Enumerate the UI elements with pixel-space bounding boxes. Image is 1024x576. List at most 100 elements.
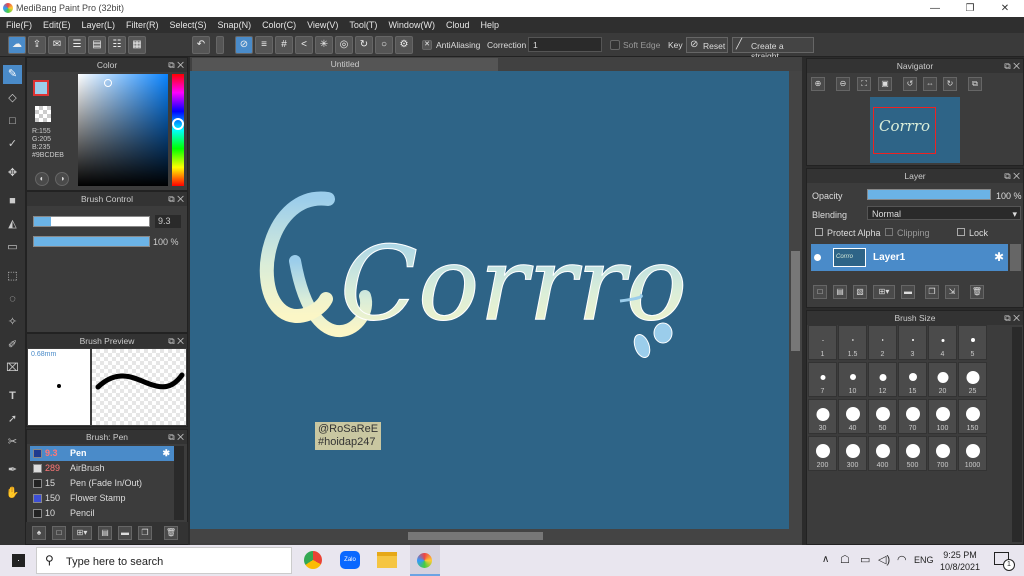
divide-tool-icon[interactable]: ✂ [3,433,22,452]
brush-size-cell[interactable]: 500 [898,436,927,471]
brush-size-cell[interactable]: 200 [808,436,837,471]
circle-snap-icon[interactable]: ◎ [335,36,353,54]
menu-layer[interactable]: Layer(L) [82,20,116,30]
maximize-button[interactable]: ❐ [953,0,987,17]
fill-tool-icon[interactable]: ◭ [3,215,22,234]
panel-close-icon[interactable]: ⧉ ✕ [168,430,184,444]
navigator-options-icon[interactable]: ⧉ [968,77,982,91]
brush-size-cell[interactable]: 25 [958,362,987,397]
soft-edge-checkbox[interactable] [610,40,620,50]
brush-doc-icon[interactable]: ▤ [98,526,112,540]
layer-folder-icon[interactable]: ▬ [901,285,915,299]
delete-brush-icon[interactable]: 🗑 [164,526,178,540]
document-tab[interactable]: Untitled [192,58,498,71]
vanishing-snap-icon[interactable]: < [295,36,313,54]
brush-size-cell[interactable]: 7 [808,362,837,397]
color-picker-cursor[interactable] [104,79,112,87]
menu-edit[interactable]: Edit(E) [43,20,71,30]
cloud-icon[interactable]: ☁ [8,36,26,54]
panel-close-icon[interactable]: ⧉ ✕ [168,334,184,348]
brush-size-cell[interactable]: 50 [868,399,897,434]
brush-item-pen[interactable]: 9.3 Pen ✱ [30,446,174,461]
brush-size-cell[interactable]: 30 [808,399,837,434]
brush-opacity-slider[interactable] [33,236,150,247]
zoom-in-icon[interactable]: ⊕ [811,77,825,91]
brush-size-cell[interactable]: 20 [928,362,957,397]
magic-wand-tool-icon[interactable]: ✧ [3,313,22,332]
brush-size-cell[interactable]: 15 [898,362,927,397]
brush-size-cell[interactable]: 1000 [958,436,987,471]
parallel-snap-icon[interactable]: ≡ [255,36,273,54]
brush-size-cell[interactable]: 12 [868,362,897,397]
lock-checkbox[interactable] [957,228,965,236]
dot-tool-icon[interactable]: □ [3,112,22,131]
file-explorer-icon[interactable] [377,552,397,568]
document-icon[interactable]: ▤ [88,36,106,54]
blending-dropdown[interactable]: Normal ▾ [867,206,1021,220]
menu-filter[interactable]: Filter(R) [126,20,159,30]
brush-item-flower-stamp[interactable]: 150 Flower Stamp [30,491,174,506]
new-layer-icon[interactable]: □ [813,285,827,299]
duplicate-brush-icon[interactable]: ❐ [138,526,152,540]
zoom-out-icon[interactable]: ⊖ [836,77,850,91]
undo-icon[interactable]: ↶ [192,36,210,54]
brush-size-cell[interactable]: 70 [898,399,927,434]
navigator-thumbnail[interactable]: Corrro [870,97,960,163]
panel-close-icon[interactable]: ⧉ ✕ [168,192,184,206]
menu-view[interactable]: View(V) [307,20,338,30]
visibility-icon[interactable] [814,254,821,261]
brush-size-cell[interactable]: 300 [838,436,867,471]
panel-close-icon[interactable]: ⧉ ✕ [1004,169,1020,183]
toolbar-handle[interactable] [216,36,224,54]
brush-size-cell[interactable]: 10 [838,362,867,397]
color-settings-icon[interactable]: ◑ [55,172,69,186]
cross-snap-icon[interactable]: # [275,36,293,54]
network-icon[interactable]: ☖ [840,553,850,566]
eraser-tool-icon[interactable]: ◇ [3,89,22,108]
hue-slider-handle[interactable] [172,118,184,130]
saturation-value-picker[interactable] [78,74,168,186]
brush-size-cell[interactable]: 400 [868,436,897,471]
transparent-swatch[interactable] [35,106,51,122]
brush-size-cell[interactable]: 1 [808,325,837,360]
horizontal-scroll-thumb[interactable] [408,532,543,540]
document-canvas[interactable]: Corrro @RoSaReE #hoidap247 [190,71,789,529]
palette-icon[interactable]: ◐ [35,172,49,186]
menu-snap[interactable]: Snap(N) [218,20,252,30]
clipping-checkbox[interactable] [885,228,893,236]
fit-icon[interactable]: ⛶ [857,77,871,91]
brush-item-airbrush[interactable]: 289 AirBrush [30,461,174,476]
ellipse-snap-icon[interactable]: ○ [375,36,393,54]
delete-layer-icon[interactable]: 🗑 [970,285,984,299]
brush-size-cell[interactable]: 3 [898,325,927,360]
select-rect-tool-icon[interactable]: ⬚ [3,267,22,286]
curve-snap-icon[interactable]: ↻ [355,36,373,54]
canvas-vertical-scrollbar[interactable] [789,71,802,529]
hue-slider[interactable] [172,74,184,186]
brush-item-pen-fade[interactable]: 15 Pen (Fade In/Out) [30,476,174,491]
text-tool-icon[interactable]: T [3,387,22,406]
taskbar-search-box[interactable]: ⚲ Type here to search [36,547,292,574]
taskbar-medibang-button[interactable] [410,545,440,576]
add-brush-menu-icon[interactable]: ⊞▾ [72,526,92,540]
close-button[interactable]: ✕ [988,0,1022,17]
speaker-icon[interactable]: ◁) [878,553,890,566]
list-icon[interactable]: ☷ [108,36,126,54]
layer-row[interactable]: Corrro Layer1 ✱ [811,244,1008,271]
lasso-tool-icon[interactable]: ◌ [3,290,22,309]
wifi-icon[interactable]: ◠ [897,553,907,566]
menu-file[interactable]: File(F) [6,20,32,30]
reset-button[interactable]: ⊘ Reset [686,37,728,53]
operation-tool-icon[interactable]: ➚ [3,410,22,429]
hand-tool-icon[interactable]: ✋ [3,484,22,503]
menu-select[interactable]: Select(S) [170,20,207,30]
gradient-tool-icon[interactable]: ▭ [3,238,22,257]
layer-opacity-slider[interactable] [867,189,991,200]
copy-layer-icon[interactable]: ▧ [853,285,867,299]
duplicate-layer-icon[interactable]: ❐ [925,285,939,299]
layer-scrollbar[interactable] [1010,244,1021,271]
brush-size-scrollbar[interactable] [1012,327,1022,542]
rotate-left-icon[interactable]: ↺ [903,77,917,91]
transform-tool-icon[interactable]: ✥ [3,164,22,183]
move-tool-icon[interactable]: ✓ [3,135,22,154]
